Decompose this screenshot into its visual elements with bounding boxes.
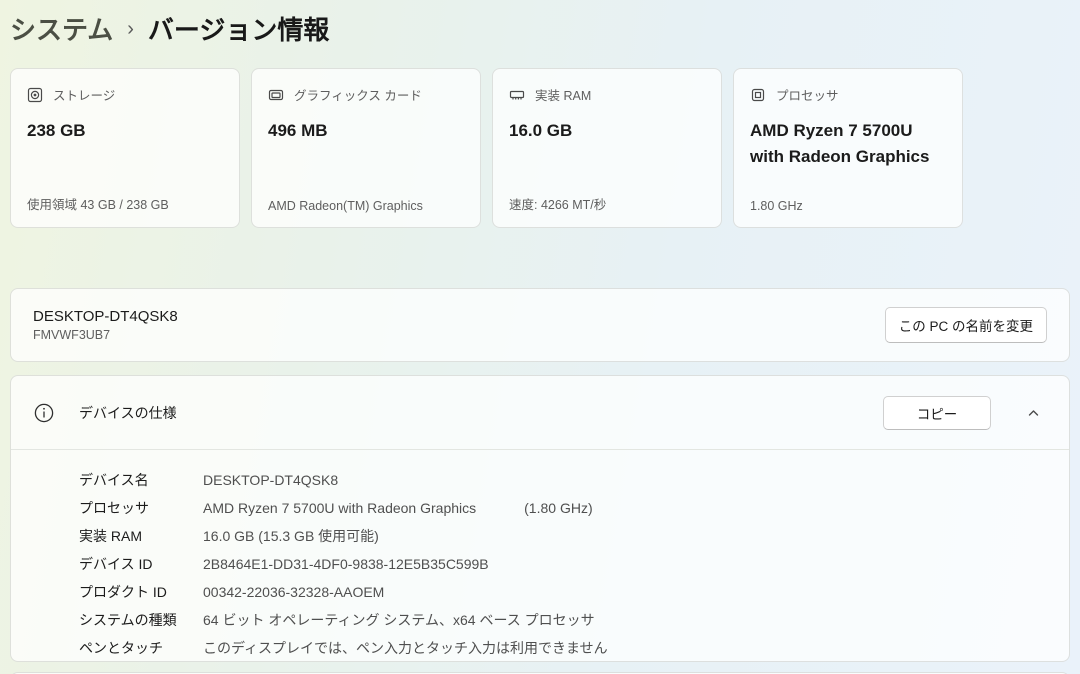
- spec-row-system-type: システムの種類 64 ビット オペレーティング システム、x64 ベース プロセ…: [11, 606, 1069, 634]
- device-specs-title: デバイスの仕様: [79, 403, 177, 423]
- device-model: FMVWF3UB7: [33, 328, 178, 342]
- spec-row-ram: 実装 RAM 16.0 GB (15.3 GB 使用可能): [11, 522, 1069, 550]
- chevron-up-icon[interactable]: [1026, 405, 1041, 420]
- info-icon: [32, 401, 56, 425]
- rename-pc-button[interactable]: この PC の名前を変更: [885, 307, 1047, 343]
- copy-button[interactable]: コピー: [883, 396, 991, 430]
- device-specs-panel: デバイスの仕様 コピー デバイス名 DESKTOP-DT4QSK8 プロセッサ …: [10, 375, 1070, 662]
- spec-row-processor: プロセッサ AMD Ryzen 7 5700U with Radeon Grap…: [11, 494, 1069, 522]
- ram-icon: [509, 87, 525, 103]
- breadcrumb-system[interactable]: システム: [10, 10, 113, 47]
- graphics-card-detail: AMD Radeon(TM) Graphics: [268, 199, 423, 213]
- storage-card-title: ストレージ: [53, 85, 115, 104]
- spec-row-device-id: デバイス ID 2B8464E1-DD31-4DF0-9838-12E5B35C…: [11, 550, 1069, 578]
- storage-card[interactable]: ストレージ 238 GB 使用領域 43 GB / 238 GB: [10, 68, 240, 228]
- storage-card-value: 238 GB: [27, 118, 223, 144]
- ram-card[interactable]: 実装 RAM 16.0 GB 速度: 4266 MT/秒: [492, 68, 722, 228]
- graphics-card-value: 496 MB: [268, 118, 464, 144]
- ram-card-title: 実装 RAM: [535, 85, 591, 104]
- spec-row-device-name: デバイス名 DESKTOP-DT4QSK8: [11, 466, 1069, 494]
- page-title: バージョン情報: [148, 10, 329, 47]
- graphics-card-title: グラフィックス カード: [294, 85, 422, 104]
- storage-card-detail: 使用領域 43 GB / 238 GB: [27, 194, 169, 213]
- processor-card[interactable]: プロセッサ AMD Ryzen 7 5700U with Radeon Grap…: [733, 68, 963, 228]
- storage-icon: [27, 87, 43, 103]
- graphics-card-card[interactable]: グラフィックス カード 496 MB AMD Radeon(TM) Graphi…: [251, 68, 481, 228]
- processor-card-detail: 1.80 GHz: [750, 199, 803, 213]
- spec-row-pen-touch: ペンとタッチ このディスプレイでは、ペン入力とタッチ入力は利用できません: [11, 634, 1069, 662]
- device-specs-body: デバイス名 DESKTOP-DT4QSK8 プロセッサ AMD Ryzen 7 …: [11, 450, 1069, 662]
- breadcrumb-separator-icon: ›: [127, 16, 134, 41]
- processor-card-title: プロセッサ: [776, 85, 839, 104]
- processor-card-value: AMD Ryzen 7 5700U with Radeon Graphics: [750, 118, 946, 171]
- ram-card-value: 16.0 GB: [509, 118, 705, 144]
- device-name-panel: DESKTOP-DT4QSK8 FMVWF3UB7 この PC の名前を変更: [10, 288, 1070, 362]
- gpu-icon: [268, 87, 284, 103]
- breadcrumb: システム › バージョン情報: [10, 10, 329, 47]
- spec-row-product-id: プロダクト ID 00342-22036-32328-AAOEM: [11, 578, 1069, 606]
- device-name: DESKTOP-DT4QSK8: [33, 308, 178, 325]
- ram-card-detail: 速度: 4266 MT/秒: [509, 194, 606, 213]
- device-specs-header[interactable]: デバイスの仕様 コピー: [11, 376, 1069, 449]
- cpu-icon: [750, 87, 766, 103]
